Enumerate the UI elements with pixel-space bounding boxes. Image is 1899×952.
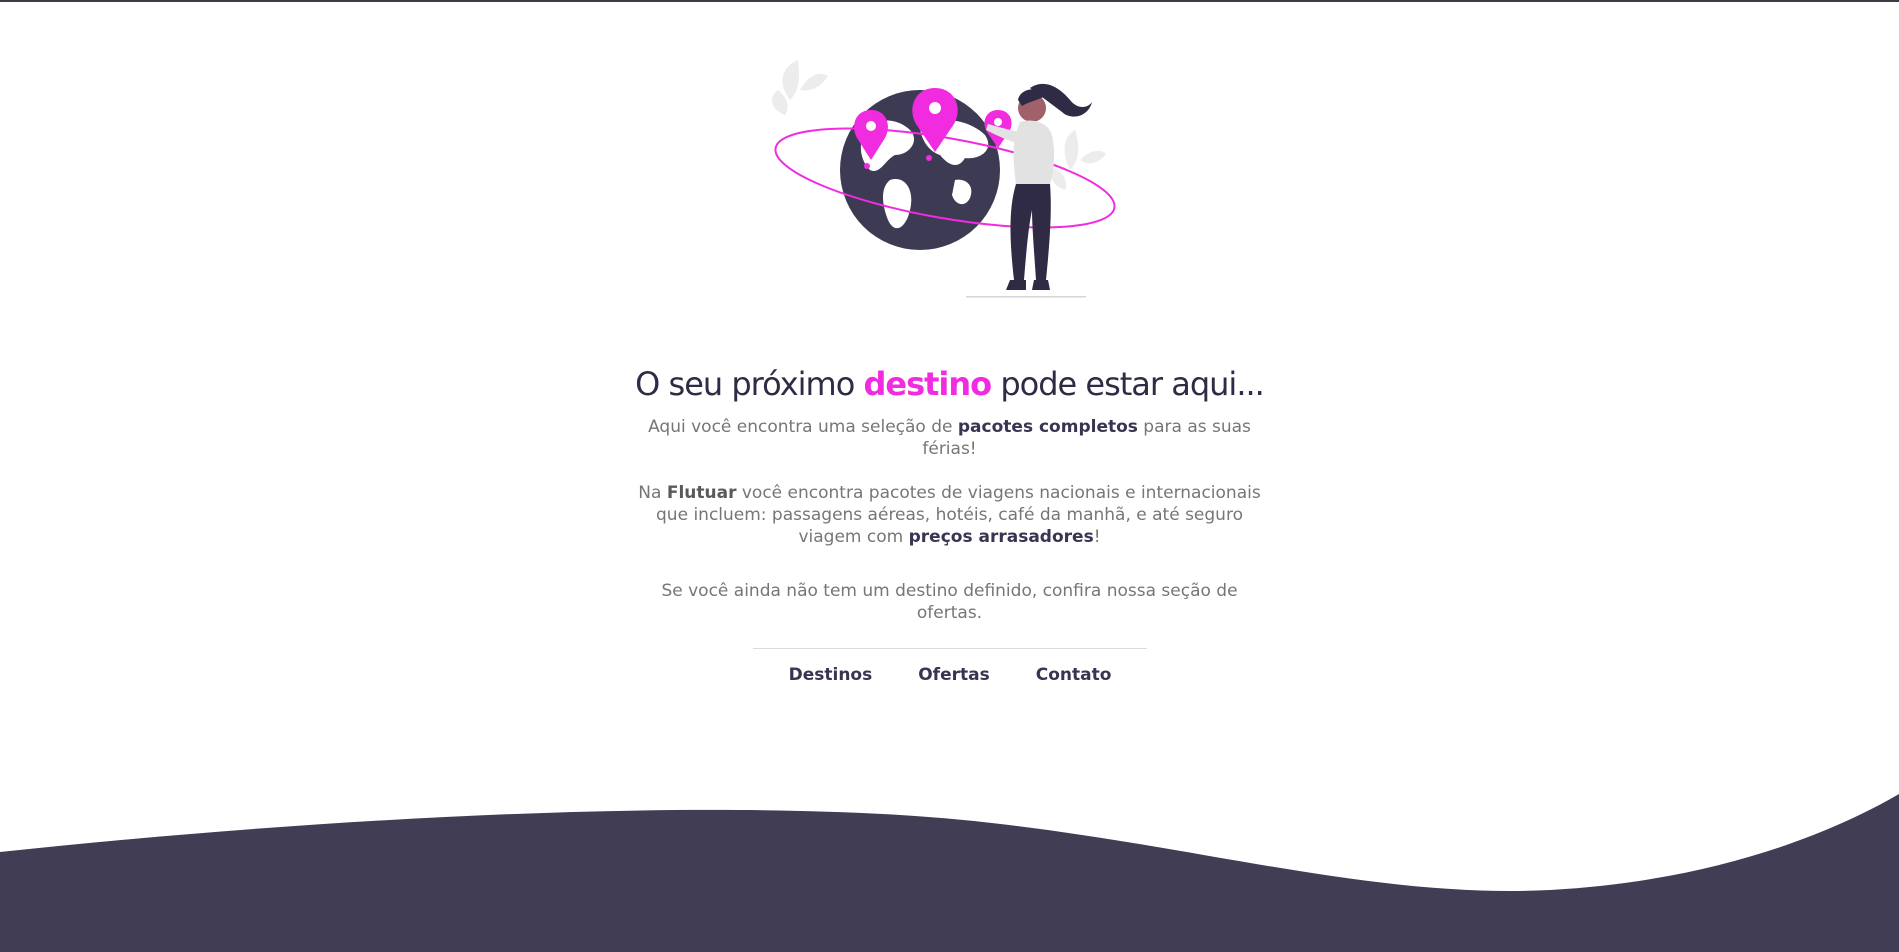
travel-illustration (772, 60, 1116, 298)
offers-hint: Se você ainda não tem um destino definid… (661, 581, 1238, 623)
intro-section: O seu próximo destino pode estar aqui...… (0, 358, 1899, 624)
headline-before: O seu próximo (635, 365, 864, 403)
page-title: O seu próximo destino pode estar aqui... (0, 358, 1899, 410)
intro-paragraph: Aqui você encontra uma seleção de pacote… (630, 416, 1270, 460)
headline-accent: destino (863, 365, 992, 403)
details-paragraph: Na Flutuar você encontra pacotes de viag… (630, 482, 1270, 548)
leaf-icon-right (1051, 130, 1106, 190)
intro-before: Aqui você encontra uma seleção de (648, 417, 958, 437)
headline-after: pode estar aqui... (991, 365, 1265, 403)
details-after: ! (1093, 527, 1101, 547)
intro-bold: pacotes completos (957, 417, 1138, 437)
nav-link-destinos[interactable]: Destinos (789, 665, 873, 685)
details-before: Na (638, 483, 667, 503)
footer-wave (0, 794, 1899, 952)
top-border (0, 0, 1899, 2)
footer-nav: Destinos Ofertas Contato (753, 648, 1147, 685)
page: O seu próximo destino pode estar aqui...… (0, 0, 1899, 952)
nav-link-contato[interactable]: Contato (1036, 665, 1112, 685)
brand-name: Flutuar (666, 483, 737, 503)
details-bold: preços arrasadores (908, 527, 1094, 547)
nav-link-ofertas[interactable]: Ofertas (918, 665, 989, 685)
leaf-icon (772, 60, 828, 115)
